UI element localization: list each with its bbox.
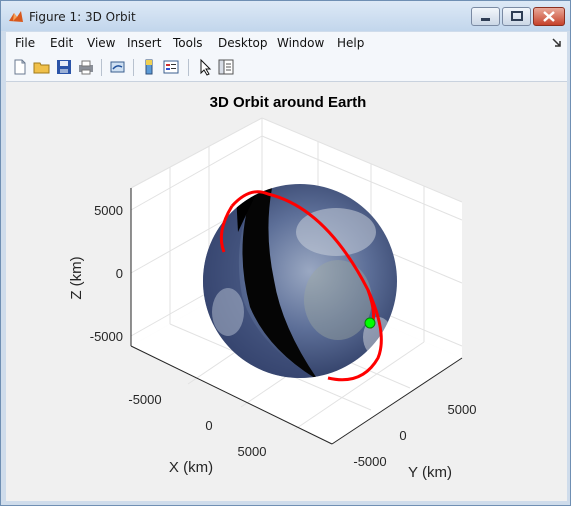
- new-figure-icon[interactable]: [11, 58, 29, 76]
- menu-bar: File Edit View Insert Tools Desktop Wind…: [6, 32, 567, 54]
- menu-view[interactable]: View: [87, 36, 115, 50]
- z-axis-label: Z (km): [68, 256, 85, 299]
- menu-file[interactable]: File: [15, 36, 35, 50]
- insert-colorbar-icon[interactable]: [140, 58, 158, 76]
- menu-tools[interactable]: Tools: [173, 36, 203, 50]
- menu-desktop[interactable]: Desktop: [218, 36, 268, 50]
- close-icon: [543, 11, 555, 22]
- menu-window[interactable]: Window: [277, 36, 324, 50]
- axes-3d[interactable]: 3D Orbit around Earth 5000 0 -5000 Z (km…: [6, 82, 567, 501]
- open-file-icon[interactable]: [33, 58, 51, 76]
- maximize-button[interactable]: [502, 7, 531, 26]
- save-icon[interactable]: [55, 58, 73, 76]
- menu-insert[interactable]: Insert: [127, 36, 161, 50]
- menu-help[interactable]: Help: [337, 36, 364, 50]
- dock-arrow-icon[interactable]: [552, 38, 562, 48]
- toolbar-separator: [101, 59, 102, 76]
- plot-browser-icon[interactable]: [217, 58, 235, 76]
- toolbar-separator: [133, 59, 134, 76]
- window-title: Figure 1: 3D Orbit: [29, 10, 136, 24]
- print-icon[interactable]: [77, 58, 95, 76]
- link-plot-icon[interactable]: [109, 58, 127, 76]
- x-tick-label: -5000: [128, 392, 161, 407]
- minimize-button[interactable]: [471, 7, 500, 26]
- menu-edit[interactable]: Edit: [50, 36, 73, 50]
- y-tick-label: -5000: [353, 454, 386, 469]
- y-tick-label: 0: [399, 428, 406, 443]
- edit-plot-icon[interactable]: [196, 58, 214, 76]
- z-tick-label: 0: [116, 266, 123, 281]
- insert-legend-icon[interactable]: [162, 58, 180, 76]
- plot-area: 3D Orbit around Earth 5000 0 -5000 Z (km…: [6, 82, 567, 501]
- z-tick-label: -5000: [90, 329, 123, 344]
- satellite-marker: [364, 317, 376, 329]
- x-tick-label: 0: [205, 418, 212, 433]
- x-tick-label: 5000: [238, 444, 267, 459]
- figure-window: Figure 1: 3D Orbit File Edit View Insert…: [0, 0, 571, 506]
- maximize-icon: [511, 11, 523, 21]
- close-button[interactable]: [533, 7, 565, 26]
- y-axis-label: Y (km): [408, 464, 452, 481]
- matlab-icon: [9, 11, 23, 22]
- x-axis-label: X (km): [169, 459, 213, 476]
- chart-title: 3D Orbit around Earth: [210, 94, 367, 111]
- title-bar[interactable]: Figure 1: 3D Orbit: [1, 1, 570, 31]
- minimize-icon: [481, 18, 490, 21]
- toolbar-separator: [188, 59, 189, 76]
- z-tick-label: 5000: [94, 203, 123, 218]
- y-tick-label: 5000: [448, 402, 477, 417]
- figure-toolbar: [6, 54, 567, 82]
